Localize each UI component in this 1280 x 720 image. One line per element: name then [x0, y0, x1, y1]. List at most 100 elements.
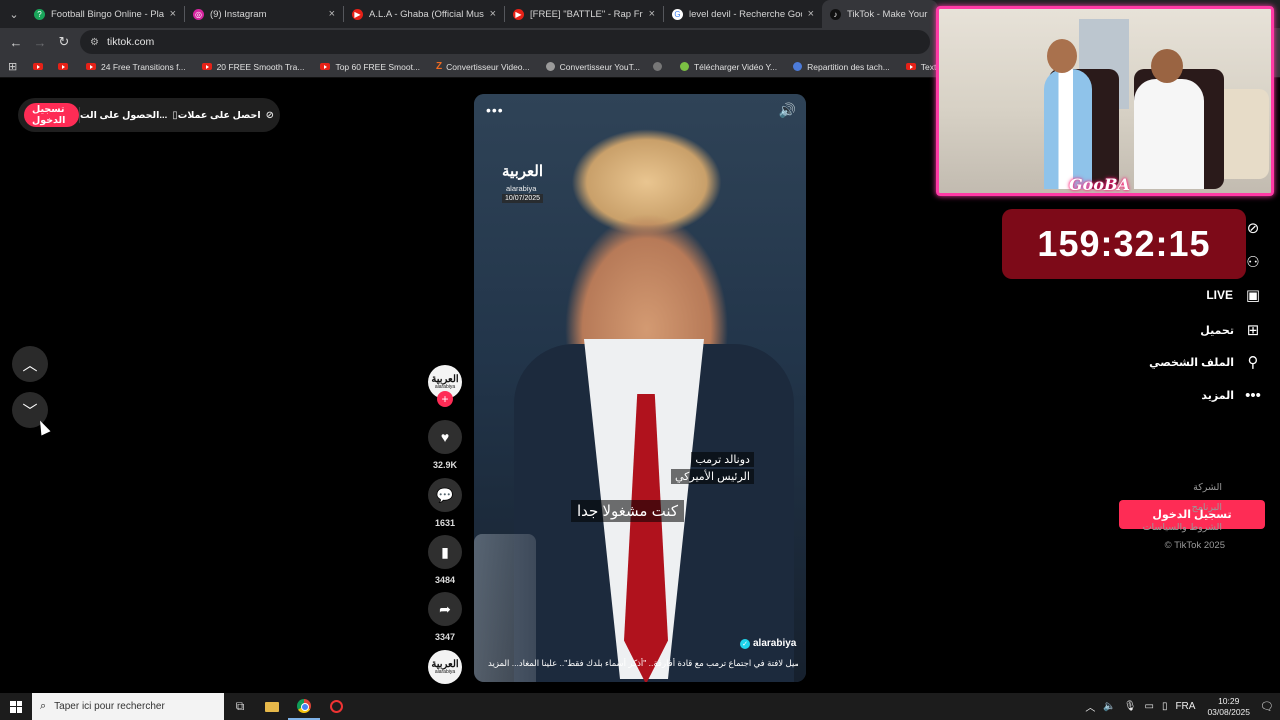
browser-tab[interactable]: ◎ (9) Instagram ×	[185, 0, 343, 28]
keyboard-layout[interactable]: FRA	[1175, 701, 1195, 712]
youtube-icon	[86, 63, 96, 70]
comment-count: 1631	[434, 518, 456, 528]
promo-login-button[interactable]: تسجيل الدخول	[24, 103, 80, 127]
browser-tab[interactable]: ? Football Bingo Online - Play No ×	[26, 0, 184, 28]
chevron-up-icon: ︿	[22, 356, 38, 374]
upload-plus-icon[interactable]: ⊞	[1243, 320, 1263, 340]
footer-program-link[interactable]: البرنامج	[1192, 502, 1222, 513]
bookmark-item[interactable]: Z Convertisseur Video...	[428, 57, 538, 77]
cam-person-right	[1134, 79, 1204, 189]
network-icon[interactable]: ▭	[1144, 701, 1153, 712]
bookmark-item[interactable]: 20 FREE Smooth Tra...	[194, 57, 313, 77]
tab-close-icon[interactable]: ×	[808, 8, 814, 20]
get-coins-link[interactable]: احصل على عملات ⊘	[178, 110, 274, 121]
bookmark-item[interactable]: Repartition des tach...	[785, 57, 898, 77]
get-app-label: الحصول على الت...	[79, 109, 168, 121]
channel-watermark-latin: alarabiya	[506, 184, 537, 193]
video-more-options-icon[interactable]: •••	[486, 102, 504, 118]
site-favicon-icon	[793, 62, 803, 71]
site-favicon-icon	[545, 62, 555, 71]
clock-date: 03/08/2025	[1207, 706, 1250, 717]
back-arrow-icon[interactable]: ←	[4, 30, 28, 54]
taskbar-clock[interactable]: 10:29 03/08/2025	[1207, 696, 1250, 718]
share-count: 3347	[434, 632, 456, 642]
sidebar-item-live[interactable]: LIVE	[1206, 288, 1233, 302]
explore-compass-icon[interactable]: ⊘	[1243, 218, 1263, 238]
youtube-icon	[33, 63, 43, 70]
tab-close-icon[interactable]: ×	[329, 8, 335, 20]
author-handle[interactable]: ✓ alarabiya	[740, 638, 796, 649]
battery-icon[interactable]: ▯	[1162, 701, 1168, 712]
video-caption[interactable]: تفاصيل لافتة في اجتماع ترمب مع قادة أفار…	[488, 658, 798, 669]
video-player[interactable]: ••• 🔊 العربية alarabiya 10/07/2025 دونال…	[474, 94, 806, 682]
forward-arrow-icon[interactable]: →	[28, 30, 52, 54]
start-button[interactable]	[0, 693, 32, 720]
volume-icon[interactable]: 🔊	[779, 102, 796, 119]
browser-tab[interactable]: ▶ A.L.A - Ghaba (Official Music Vi ×	[344, 0, 504, 28]
tab-title: TikTok - Make Your Day	[847, 8, 930, 20]
get-app-link[interactable]: الحصول على الت... ▯	[80, 110, 178, 121]
bookmark-label: 24 Free Transitions f...	[101, 61, 186, 72]
comment-button[interactable]: 💬	[428, 478, 462, 512]
follow-plus-icon[interactable]: +	[437, 391, 453, 407]
promo-pill: تسجيل الدخول الحصول على الت... ▯ احصل عل…	[18, 98, 280, 132]
notification-icon[interactable]: 🗨	[1260, 700, 1280, 713]
tab-title: [FREE] "BATTLE" - Rap Freestyle	[530, 8, 643, 20]
bookmark-item[interactable]: Convertisseur YouT...	[538, 57, 648, 77]
avatar-logo-en: alarabiya	[434, 383, 456, 390]
bookmark-item[interactable]: Télécharger Vidéo Y...	[672, 57, 785, 77]
microphone-icon[interactable]: 🎙	[1124, 701, 1137, 712]
bookmark-label: Télécharger Vidéo Y...	[693, 61, 778, 72]
browser-tab[interactable]: Glevel devil - Recherche Google ×	[664, 0, 822, 28]
profile-person-icon[interactable]: ⚲	[1243, 352, 1263, 372]
tab-favicon-icon: G	[672, 8, 683, 20]
sidebar-item-upload[interactable]: تحميل	[1200, 324, 1234, 337]
footer-terms-link[interactable]: الشروط والسياسات	[1143, 522, 1222, 533]
file-explorer-icon[interactable]	[256, 693, 288, 720]
tab-close-icon[interactable]: ×	[649, 8, 655, 20]
like-button[interactable]: ♥	[428, 420, 462, 454]
video-date: 10/07/2025	[502, 194, 544, 203]
chrome-taskbar-icon[interactable]	[288, 693, 320, 720]
coin-icon: ⊘	[265, 109, 274, 121]
tab-close-icon[interactable]: ×	[170, 8, 176, 20]
share-button[interactable]: ➦	[428, 592, 462, 626]
apps-grid-icon[interactable]: ⊞	[8, 60, 28, 73]
youtube-icon	[58, 63, 68, 70]
bookmark-icon: ▮	[441, 543, 449, 560]
more-dots-icon[interactable]: •••	[1243, 385, 1263, 405]
tray-chevron-up-icon[interactable]: ︿	[1085, 699, 1095, 714]
stream-timer: 159:32:15	[1002, 209, 1246, 279]
tab-title: level devil - Recherche Google	[689, 8, 802, 20]
tab-close-icon[interactable]: ×	[490, 8, 496, 20]
bookmark-item[interactable]	[28, 57, 53, 77]
like-count: 32.9K	[432, 460, 458, 470]
sound-avatar[interactable]: العربية alarabiya	[428, 650, 462, 684]
share-arrow-icon: ➦	[439, 600, 451, 617]
following-user-icon[interactable]: ⚇	[1243, 252, 1263, 272]
footer-company-link[interactable]: الشركة	[1193, 482, 1222, 493]
sound-logo-ar: العربية	[431, 658, 459, 670]
taskbar-search-box[interactable]: ⌕ Taper ici pour rechercher	[32, 693, 224, 720]
browser-tab[interactable]: ▶ [FREE] "BATTLE" - Rap Freestyle ×	[505, 0, 663, 28]
bookmark-item[interactable]: Top 60 FREE Smoot...	[312, 57, 428, 77]
sidebar-item-more[interactable]: المزيد	[1201, 389, 1234, 402]
reload-icon[interactable]: ↻	[52, 30, 76, 54]
footer-copyright: © TikTok 2025	[1164, 540, 1225, 551]
sidebar-item-profile[interactable]: الملف الشخصي	[1149, 356, 1234, 369]
windows-logo-icon	[10, 700, 22, 713]
bookmark-item[interactable]	[53, 57, 78, 77]
bookmark-item[interactable]: 24 Free Transitions f...	[78, 57, 194, 77]
browser-tab[interactable]: ♪ TikTok - Make Your Day	[822, 0, 938, 28]
video-subtitle: كنت مشغولا جدا	[571, 500, 685, 522]
address-bar[interactable]: ⚙ tiktok.com	[80, 30, 930, 54]
tab-search-chevron-icon[interactable]: ⌄	[2, 3, 26, 25]
site-info-icon[interactable]: ⚙	[90, 37, 99, 48]
previous-video-button[interactable]: ︿	[12, 346, 48, 382]
bookmark-item[interactable]	[648, 57, 672, 77]
task-view-icon[interactable]: ⧉	[224, 693, 256, 720]
live-tv-icon[interactable]: ▣	[1243, 285, 1263, 305]
speaker-icon[interactable]: 🔈	[1103, 701, 1115, 712]
app-taskbar-icon[interactable]	[320, 693, 352, 720]
save-button[interactable]: ▮	[428, 535, 462, 569]
